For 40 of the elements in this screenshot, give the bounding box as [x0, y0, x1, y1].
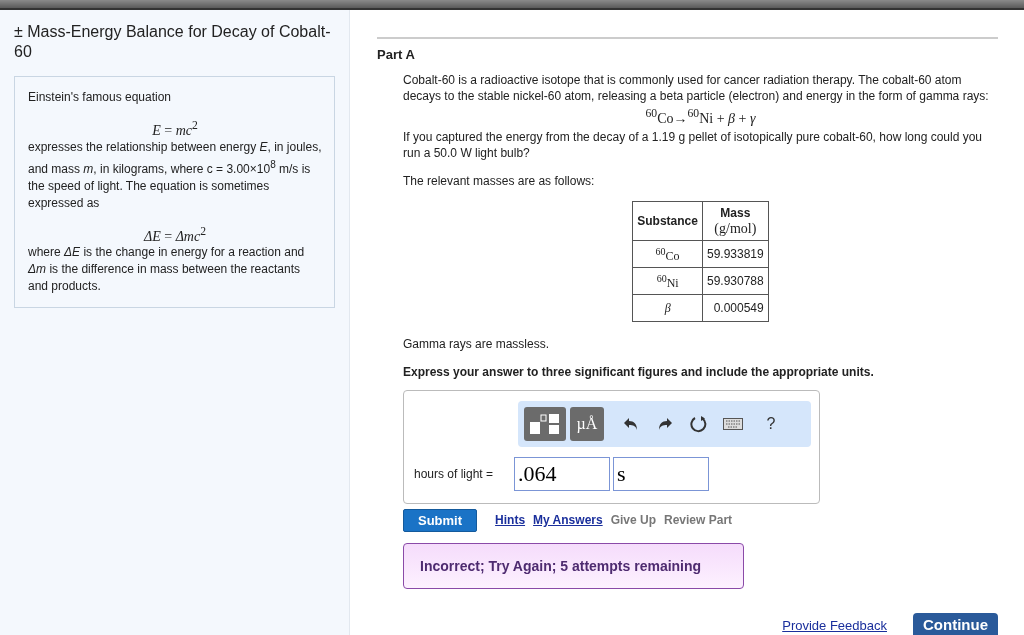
help-button[interactable]: ?: [756, 406, 786, 441]
action-link[interactable]: Give Up: [610, 512, 656, 529]
action-link[interactable]: Review Part: [664, 512, 733, 529]
reset-icon: [690, 414, 708, 433]
keyboard-icon: [723, 417, 743, 430]
table-header: Mass (g/mol): [702, 201, 769, 241]
feedback-message: Incorrect; Try Again; 5 attempts remaining: [403, 542, 744, 589]
action-link[interactable]: Hints: [495, 512, 526, 529]
question-text: The relevant masses are as follows:: [403, 172, 596, 189]
note-text: Gamma rays are massless.: [403, 335, 551, 352]
equation: E = mc$^{2}$: [151, 118, 199, 139]
feedback-link[interactable]: Provide Feedback: [782, 618, 887, 635]
intro-text: expresses the relationship between energy E, in joules, and mass m, in kilograms, where c = 3.00×10$^{8}$ m/s is the speed of light. The equation is sometimes expressed as: [28, 138, 322, 212]
table-cell: 59.933819: [702, 240, 769, 268]
answer-label: hours of light =: [414, 465, 495, 482]
undo-icon: [623, 416, 639, 431]
equation: ΔE = Δmc$^{2}$: [142, 223, 208, 245]
templates-button[interactable]: [524, 406, 566, 441]
question-text: If you captured the energy from the decay of a 1.19 g pellet of isotopically pure cobalt-60, how long could you run a 50.0 W light bulb?: [403, 128, 984, 161]
intro-text: Einstein's famous equation: [28, 89, 173, 106]
value-field[interactable]: .064: [514, 456, 610, 491]
unit-field[interactable]: s: [613, 456, 709, 491]
units-button[interactable]: µÅ: [570, 406, 604, 441]
continue-button[interactable]: Continue: [913, 613, 998, 635]
table-header: Substance: [632, 201, 703, 241]
part-title: Part A: [377, 47, 416, 62]
question-text: Cobalt-60 is a radioactive isotope that is commonly used for cancer radiation therapy. The cobalt-60 atom decays to the stable nickel-60 atom, releasing a beta particle (electron) and energy in the form of gamma rays:: [403, 72, 990, 104]
redo-icon: [657, 416, 673, 431]
table-cell: 59.930788: [702, 267, 769, 295]
templates-icon: [528, 412, 562, 435]
instruction-text: Express your answer to three significant figures and include the appropriate units.: [403, 363, 875, 380]
table-cell: 0.000549: [702, 294, 769, 322]
equation: $^{60}$Co→$^{60}$Ni + β + γ: [644, 106, 757, 127]
intro-text: where ΔE is the change in energy for a reaction and Δm is the difference in mass between the reactants and products.: [28, 244, 306, 296]
table-cell: $^{60}$Co: [632, 240, 703, 268]
submit-button[interactable]: Submit: [403, 508, 478, 532]
table-cell: $^{60}$Ni: [632, 267, 703, 295]
problem-title: ± Mass-Energy Balance for Decay of Cobalt-60: [14, 22, 332, 62]
table-cell: β: [632, 294, 703, 322]
action-link[interactable]: My Answers: [533, 512, 603, 529]
